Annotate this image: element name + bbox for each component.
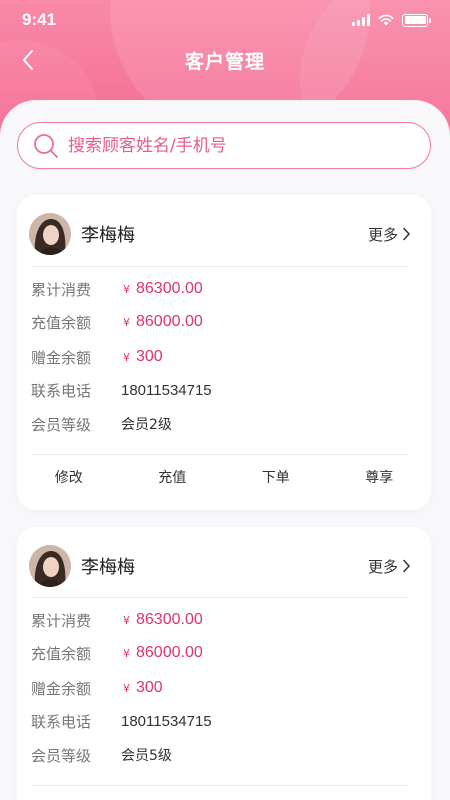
battery-icon [402, 13, 431, 27]
customer-header: 李梅梅 更多 [29, 543, 411, 589]
customer-name: 李梅梅 [81, 557, 135, 578]
info-label: 充值余额 [31, 313, 92, 332]
info-row-phone: 联系电话 18011534715 [31, 710, 212, 732]
currency-symbol: ¥ [123, 350, 130, 364]
currency-symbol: ¥ [123, 681, 130, 695]
info-label: 充值余额 [31, 644, 92, 663]
page-title: 客户管理 [184, 50, 265, 73]
divider [31, 454, 409, 455]
total-spent-value: 86300.00 [136, 280, 203, 297]
info-label: 联系电话 [31, 712, 92, 731]
info-row-level: 会员等级 会员5级 [31, 744, 172, 766]
status-time: 9:41 [22, 10, 57, 29]
more-link[interactable]: 更多 [368, 556, 411, 577]
status-bar: 9:41 [0, 0, 450, 40]
currency-symbol: ¥ [123, 646, 130, 660]
chevron-left-icon [23, 50, 33, 70]
bonus-value: 300 [136, 348, 163, 365]
signal-icon [352, 14, 370, 26]
info-label: 累计消费 [31, 611, 92, 630]
info-label: 赠金余额 [31, 679, 92, 698]
info-label: 会员等级 [31, 415, 92, 434]
info-row-level: 会员等级 会员2级 [31, 413, 172, 435]
card-actions: 修改 充值 下单 尊享 [17, 465, 431, 491]
back-button[interactable] [14, 46, 42, 74]
info-label: 联系电话 [31, 381, 92, 400]
more-label: 更多 [367, 225, 398, 244]
vip-button[interactable]: 尊享 [328, 465, 432, 491]
info-label: 累计消费 [31, 280, 92, 299]
search-bar[interactable] [17, 122, 431, 169]
info-row-balance: 充值余额 ¥ 86000.00 [31, 311, 203, 333]
total-spent-value: 86300.00 [136, 611, 203, 628]
status-icons [352, 13, 431, 27]
customer-header: 李梅梅 更多 [29, 211, 411, 257]
balance-value: 86000.00 [136, 313, 203, 330]
bonus-value: 300 [136, 679, 163, 696]
edit-button[interactable]: 修改 [17, 465, 121, 491]
currency-symbol: ¥ [123, 315, 130, 329]
more-link[interactable]: 更多 [368, 224, 411, 245]
avatar[interactable] [29, 545, 71, 587]
info-row-total-spent: 累计消费 ¥ 86300.00 [31, 609, 203, 631]
info-row-bonus: 赠金余额 ¥ 300 [31, 346, 163, 368]
divider [31, 597, 409, 598]
more-label: 更多 [367, 557, 398, 576]
info-label: 赠金余额 [31, 348, 92, 367]
info-row-balance: 充值余额 ¥ 86000.00 [31, 642, 203, 664]
avatar-image [29, 545, 71, 587]
nav-bar: 客户管理 [0, 40, 450, 80]
level-value: 会员5级 [121, 748, 172, 764]
recharge-button[interactable]: 充值 [121, 465, 225, 491]
search-icon[interactable] [32, 132, 60, 160]
avatar-image [29, 213, 71, 255]
info-row-phone: 联系电话 18011534715 [31, 379, 212, 401]
level-value: 会员2级 [121, 417, 172, 433]
chevron-right-icon [403, 227, 411, 241]
info-label: 会员等级 [31, 746, 92, 765]
wifi-icon [378, 14, 394, 26]
customer-card: 李梅梅 更多 累计消费 ¥ 86300.00 充值余额 ¥ 86000.00 赠… [17, 195, 431, 510]
phone-value: 18011534715 [121, 381, 212, 399]
customer-card: 李梅梅 更多 累计消费 ¥ 86300.00 充值余额 ¥ 86000.00 赠… [17, 527, 431, 800]
currency-symbol: ¥ [123, 613, 130, 627]
chevron-right-icon [403, 559, 411, 573]
phone-value: 18011534715 [121, 712, 212, 730]
info-row-bonus: 赠金余额 ¥ 300 [31, 677, 163, 699]
search-input[interactable] [68, 135, 430, 156]
avatar[interactable] [29, 213, 71, 255]
order-button[interactable]: 下单 [224, 465, 328, 491]
info-row-total-spent: 累计消费 ¥ 86300.00 [31, 278, 203, 300]
divider [31, 785, 409, 786]
balance-value: 86000.00 [136, 644, 203, 661]
currency-symbol: ¥ [123, 282, 130, 296]
divider [31, 266, 409, 267]
customer-name: 李梅梅 [81, 225, 135, 246]
